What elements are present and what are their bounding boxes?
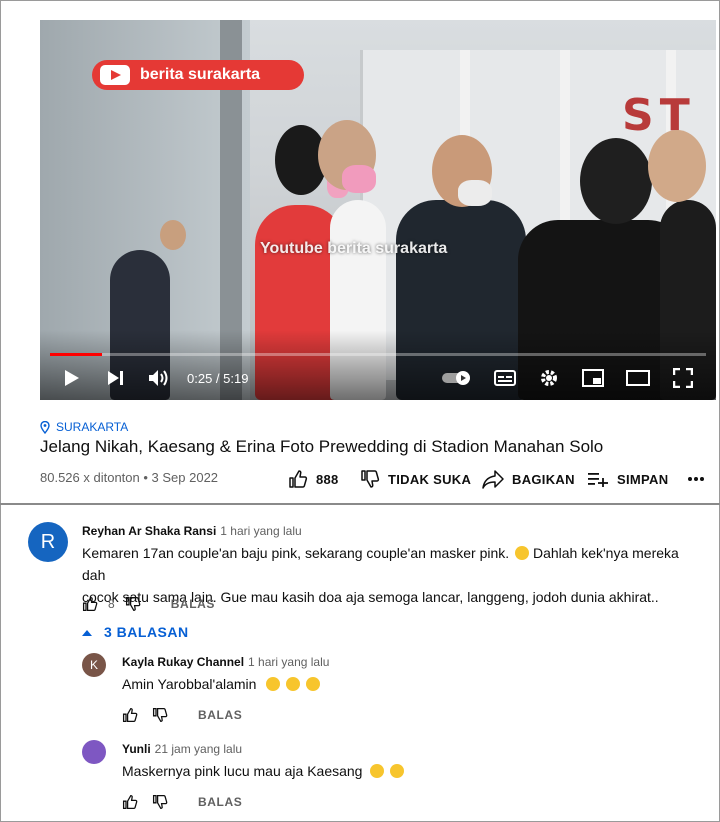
like-icon[interactable] [82, 596, 98, 612]
theater-mode-button[interactable] [624, 366, 652, 390]
miniplayer-icon [582, 369, 604, 387]
more-icon [688, 477, 704, 481]
reply-text-line: Maskernya pink lucu mau aja Kaesang [122, 760, 405, 782]
settings-button[interactable] [536, 366, 562, 390]
comment-text-line1: Kemaren 17an couple'an baju pink, sekara… [82, 545, 510, 561]
dislike-icon [361, 470, 380, 488]
dislike-icon[interactable] [152, 707, 168, 723]
location-text: SURAKARTA [56, 420, 129, 434]
progress-fill [50, 353, 103, 356]
like-icon[interactable] [122, 707, 138, 723]
next-icon [108, 371, 123, 385]
grinning-emoji-icon [515, 546, 530, 560]
reply-text-line: Amin Yarobbal'alamin [122, 673, 321, 695]
save-label: SIMPAN [617, 471, 669, 487]
miniplayer-button[interactable] [580, 366, 606, 390]
video-title: Jelang Nikah, Kaesang & Erina Foto Prewe… [40, 437, 604, 456]
volume-icon [149, 370, 168, 386]
video-person-head [648, 130, 706, 202]
video-person-mask [342, 165, 376, 193]
reply-actions: BALAS [122, 794, 242, 810]
more-actions-button[interactable] [688, 468, 704, 490]
progress-bar[interactable] [50, 353, 706, 356]
heart-hands-emoji-icon [266, 677, 281, 691]
location-link[interactable]: SURAKARTA [40, 420, 128, 434]
share-icon [482, 470, 504, 489]
video-watermark: Youtube berita surakarta [260, 240, 448, 257]
captions-icon [494, 370, 516, 386]
section-divider [0, 503, 720, 505]
grinning-squint-emoji-icon [370, 764, 385, 778]
view-count-date: 80.526 x ditonton • 3 Sep 2022 [40, 470, 219, 485]
reply-button[interactable]: BALAS [198, 795, 242, 809]
reply-avatar[interactable]: K [82, 653, 106, 677]
dislike-button[interactable]: TIDAK SUKA [360, 468, 471, 490]
dislike-icon[interactable] [152, 794, 168, 810]
video-person-head [580, 138, 652, 224]
heart-hands-emoji-icon [306, 677, 321, 691]
share-button[interactable]: BAGIKAN [482, 468, 575, 490]
like-button[interactable]: 888 [288, 468, 339, 490]
like-icon [289, 470, 308, 488]
comment-author[interactable]: Reyhan Ar Shaka Ransi [82, 524, 216, 538]
channel-watermark-text: berita surakarta [140, 66, 261, 83]
reply-header: Kayla Rukay Channel 1 hari yang lalu [122, 655, 329, 669]
dislike-label: TIDAK SUKA [388, 471, 472, 487]
reply-text: Maskernya pink lucu mau aja Kaesang [122, 763, 363, 779]
reply-time[interactable]: 21 jam yang lalu [155, 742, 242, 756]
autoplay-toggle[interactable] [440, 366, 474, 390]
play-button[interactable] [60, 366, 84, 390]
captions-button[interactable] [492, 366, 518, 390]
controls-gradient [40, 330, 716, 400]
reply-author[interactable]: Yunli [122, 742, 151, 756]
autoplay-toggle-icon [442, 371, 470, 385]
volume-button[interactable] [146, 366, 172, 390]
comment-like-count: 8 [108, 597, 115, 611]
reply-button[interactable]: BALAS [198, 708, 242, 722]
reply-header: Yunli 21 jam yang lalu [122, 742, 242, 756]
location-pin-icon [40, 420, 50, 434]
comment-avatar[interactable]: R [28, 522, 68, 562]
video-player[interactable]: ST berita surakarta Youtube berita surak… [40, 20, 716, 400]
heart-hands-emoji-icon [286, 677, 301, 691]
like-icon[interactable] [122, 794, 138, 810]
theater-icon [626, 370, 650, 386]
video-person-head [160, 220, 186, 250]
replies-count-label: 3 BALASAN [104, 624, 189, 640]
share-label: BAGIKAN [512, 471, 575, 487]
channel-watermark-badge: berita surakarta [92, 60, 304, 90]
comment-time[interactable]: 1 hari yang lalu [220, 524, 301, 538]
reply-text: Amin Yarobbal'alamin [122, 676, 257, 692]
fullscreen-button[interactable] [670, 366, 696, 390]
reply-time[interactable]: 1 hari yang lalu [248, 655, 329, 669]
chevron-up-icon [82, 629, 92, 636]
play-icon [65, 370, 79, 386]
save-playlist-icon [588, 473, 608, 487]
replies-toggle[interactable]: 3 BALASAN [82, 624, 189, 640]
video-person-mask [458, 180, 492, 206]
hugging-emoji-icon [390, 764, 405, 778]
save-button[interactable]: SIMPAN [587, 468, 668, 490]
fullscreen-icon [673, 368, 693, 388]
dislike-icon[interactable] [125, 596, 141, 612]
reply-button[interactable]: BALAS [171, 597, 215, 611]
reply-author[interactable]: Kayla Rukay Channel [122, 655, 244, 669]
reply-actions: BALAS [122, 707, 242, 723]
comment-header: Reyhan Ar Shaka Ransi 1 hari yang lalu [82, 524, 302, 538]
like-count: 888 [316, 471, 339, 487]
reply-avatar[interactable] [82, 740, 106, 764]
youtube-logo-icon [100, 65, 130, 85]
next-button[interactable] [104, 366, 128, 390]
comment-actions: 8 BALAS [82, 596, 215, 612]
time-display: 0:25 / 5:19 [187, 371, 249, 386]
settings-icon [541, 370, 557, 386]
